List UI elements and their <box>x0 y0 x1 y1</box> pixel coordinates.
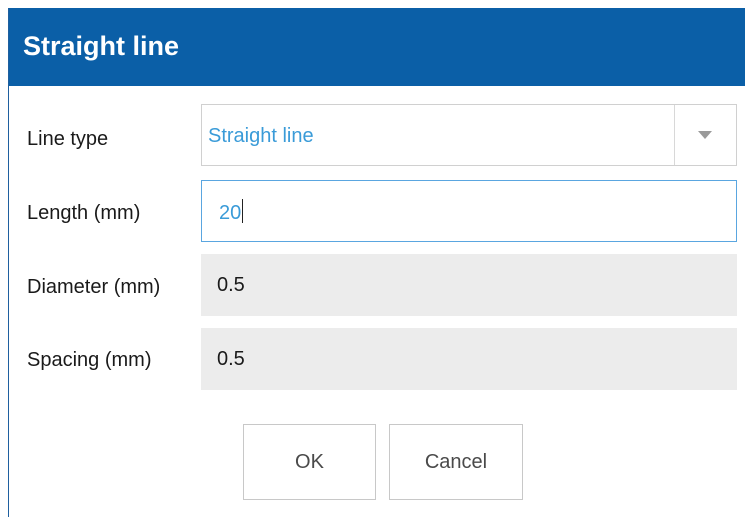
diameter-label: Diameter (mm) <box>27 276 161 298</box>
spacing-label: Spacing (mm) <box>27 349 152 371</box>
length-input[interactable]: 20 <box>201 180 737 242</box>
select-divider <box>674 105 675 165</box>
text-caret <box>242 199 244 223</box>
line-type-label: Line type <box>27 128 109 150</box>
diameter-field: 0.5 <box>201 254 737 316</box>
cancel-button[interactable]: Cancel <box>389 424 523 500</box>
chevron-down-icon[interactable] <box>698 131 712 139</box>
diameter-value: 0.5 <box>217 274 245 296</box>
length-value-text: 20 <box>219 202 242 224</box>
line-type-value: Straight line <box>208 125 314 147</box>
spacing-field: 0.5 <box>201 328 737 390</box>
dialog-title: Straight line <box>23 31 180 61</box>
length-value: 20 <box>219 199 244 226</box>
dialog-title-bar: Straight line <box>9 8 745 86</box>
spacing-value: 0.5 <box>217 348 245 370</box>
line-type-select[interactable]: Straight line <box>201 104 737 166</box>
straight-line-dialog: Straight line Line type Straight line Le… <box>8 8 745 517</box>
length-label: Length (mm) <box>27 202 141 224</box>
ok-button[interactable]: OK <box>243 424 376 500</box>
